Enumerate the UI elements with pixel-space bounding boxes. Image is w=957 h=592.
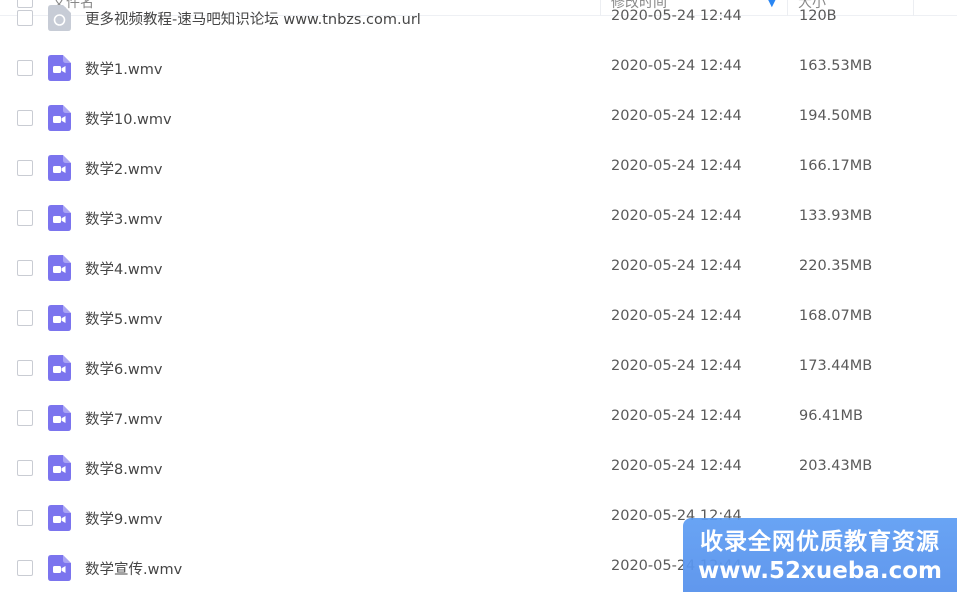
video-file-icon — [48, 55, 71, 81]
file-name[interactable]: 数学3.wmv — [85, 208, 162, 229]
row-checkbox[interactable] — [17, 10, 33, 26]
video-file-icon — [48, 205, 71, 231]
file-modified-date: 2020-05-24 12:44 — [611, 358, 742, 374]
file-name[interactable]: 数学10.wmv — [85, 108, 172, 129]
row-checkbox[interactable] — [17, 510, 33, 526]
file-name[interactable]: 数学宣传.wmv — [85, 558, 182, 579]
link-file-icon — [48, 5, 71, 31]
video-file-icon — [48, 505, 71, 531]
file-name[interactable]: 数学1.wmv — [85, 58, 162, 79]
video-file-icon — [48, 405, 71, 431]
file-modified-date: 2020-05-24 12:44 — [611, 58, 742, 74]
file-row[interactable]: 数学10.wmv 2020-05-24 12:44 194.50MB — [0, 93, 957, 143]
file-name[interactable]: 数学8.wmv — [85, 458, 162, 479]
file-modified-date: 2020-05-24 12:44 — [611, 258, 742, 274]
file-modified-date: 2020-05-24 12:44 — [611, 8, 742, 24]
file-modified-date: 2020-05-24 12:44 — [611, 158, 742, 174]
row-checkbox[interactable] — [17, 260, 33, 276]
file-row[interactable]: 数学1.wmv 2020-05-24 12:44 163.53MB — [0, 43, 957, 93]
watermark-banner: 收录全网优质教育资源 www.52xueba.com — [683, 518, 957, 592]
file-name[interactable]: 更多视频教程-速马吧知识论坛 www.tnbzs.com.url — [85, 8, 421, 29]
file-size: 194.50MB — [799, 108, 873, 124]
file-row[interactable]: 数学6.wmv 2020-05-24 12:44 173.44MB — [0, 343, 957, 393]
file-row[interactable]: 数学8.wmv 2020-05-24 12:44 203.43MB — [0, 443, 957, 493]
file-row[interactable]: 数学7.wmv 2020-05-24 12:44 96.41MB — [0, 393, 957, 443]
row-checkbox[interactable] — [17, 460, 33, 476]
row-checkbox[interactable] — [17, 60, 33, 76]
file-name[interactable]: 数学2.wmv — [85, 158, 162, 179]
file-size: 203.43MB — [799, 458, 873, 474]
file-size: 120B — [799, 8, 837, 24]
file-size: 96.41MB — [799, 408, 863, 424]
row-checkbox[interactable] — [17, 160, 33, 176]
file-row[interactable]: 数学3.wmv 2020-05-24 12:44 133.93MB — [0, 193, 957, 243]
video-file-icon — [48, 305, 71, 331]
file-row[interactable]: 数学2.wmv 2020-05-24 12:44 166.17MB — [0, 143, 957, 193]
file-size: 163.53MB — [799, 58, 873, 74]
row-checkbox[interactable] — [17, 360, 33, 376]
video-file-icon — [48, 105, 71, 131]
file-name[interactable]: 数学5.wmv — [85, 308, 162, 329]
file-modified-date: 2020-05-24 12:44 — [611, 108, 742, 124]
video-file-icon — [48, 355, 71, 381]
file-size: 168.07MB — [799, 308, 873, 324]
watermark-text: 收录全网优质教育资源 — [700, 529, 940, 555]
file-name[interactable]: 数学4.wmv — [85, 258, 162, 279]
file-size: 166.17MB — [799, 158, 873, 174]
row-checkbox[interactable] — [17, 560, 33, 576]
file-row[interactable]: 数学4.wmv 2020-05-24 12:44 220.35MB — [0, 243, 957, 293]
row-checkbox[interactable] — [17, 410, 33, 426]
file-name[interactable]: 数学6.wmv — [85, 358, 162, 379]
file-row[interactable]: 更多视频教程-速马吧知识论坛 www.tnbzs.com.url 2020-05-… — [0, 0, 957, 43]
file-row[interactable]: 数学5.wmv 2020-05-24 12:44 168.07MB — [0, 293, 957, 343]
row-checkbox[interactable] — [17, 110, 33, 126]
video-file-icon — [48, 555, 71, 581]
file-name[interactable]: 数学7.wmv — [85, 408, 162, 429]
file-modified-date: 2020-05-24 12:44 — [611, 458, 742, 474]
file-modified-date: 2020-05-24 12:44 — [611, 208, 742, 224]
file-size: 133.93MB — [799, 208, 873, 224]
row-checkbox[interactable] — [17, 210, 33, 226]
file-name[interactable]: 数学9.wmv — [85, 508, 162, 529]
video-file-icon — [48, 255, 71, 281]
file-size: 173.44MB — [799, 358, 873, 374]
file-size: 220.35MB — [799, 258, 873, 274]
file-modified-date: 2020-05-24 12:44 — [611, 308, 742, 324]
video-file-icon — [48, 455, 71, 481]
file-modified-date: 2020-05-24 12:44 — [611, 408, 742, 424]
watermark-url: www.52xueba.com — [698, 558, 942, 584]
video-file-icon — [48, 155, 71, 181]
row-checkbox[interactable] — [17, 310, 33, 326]
